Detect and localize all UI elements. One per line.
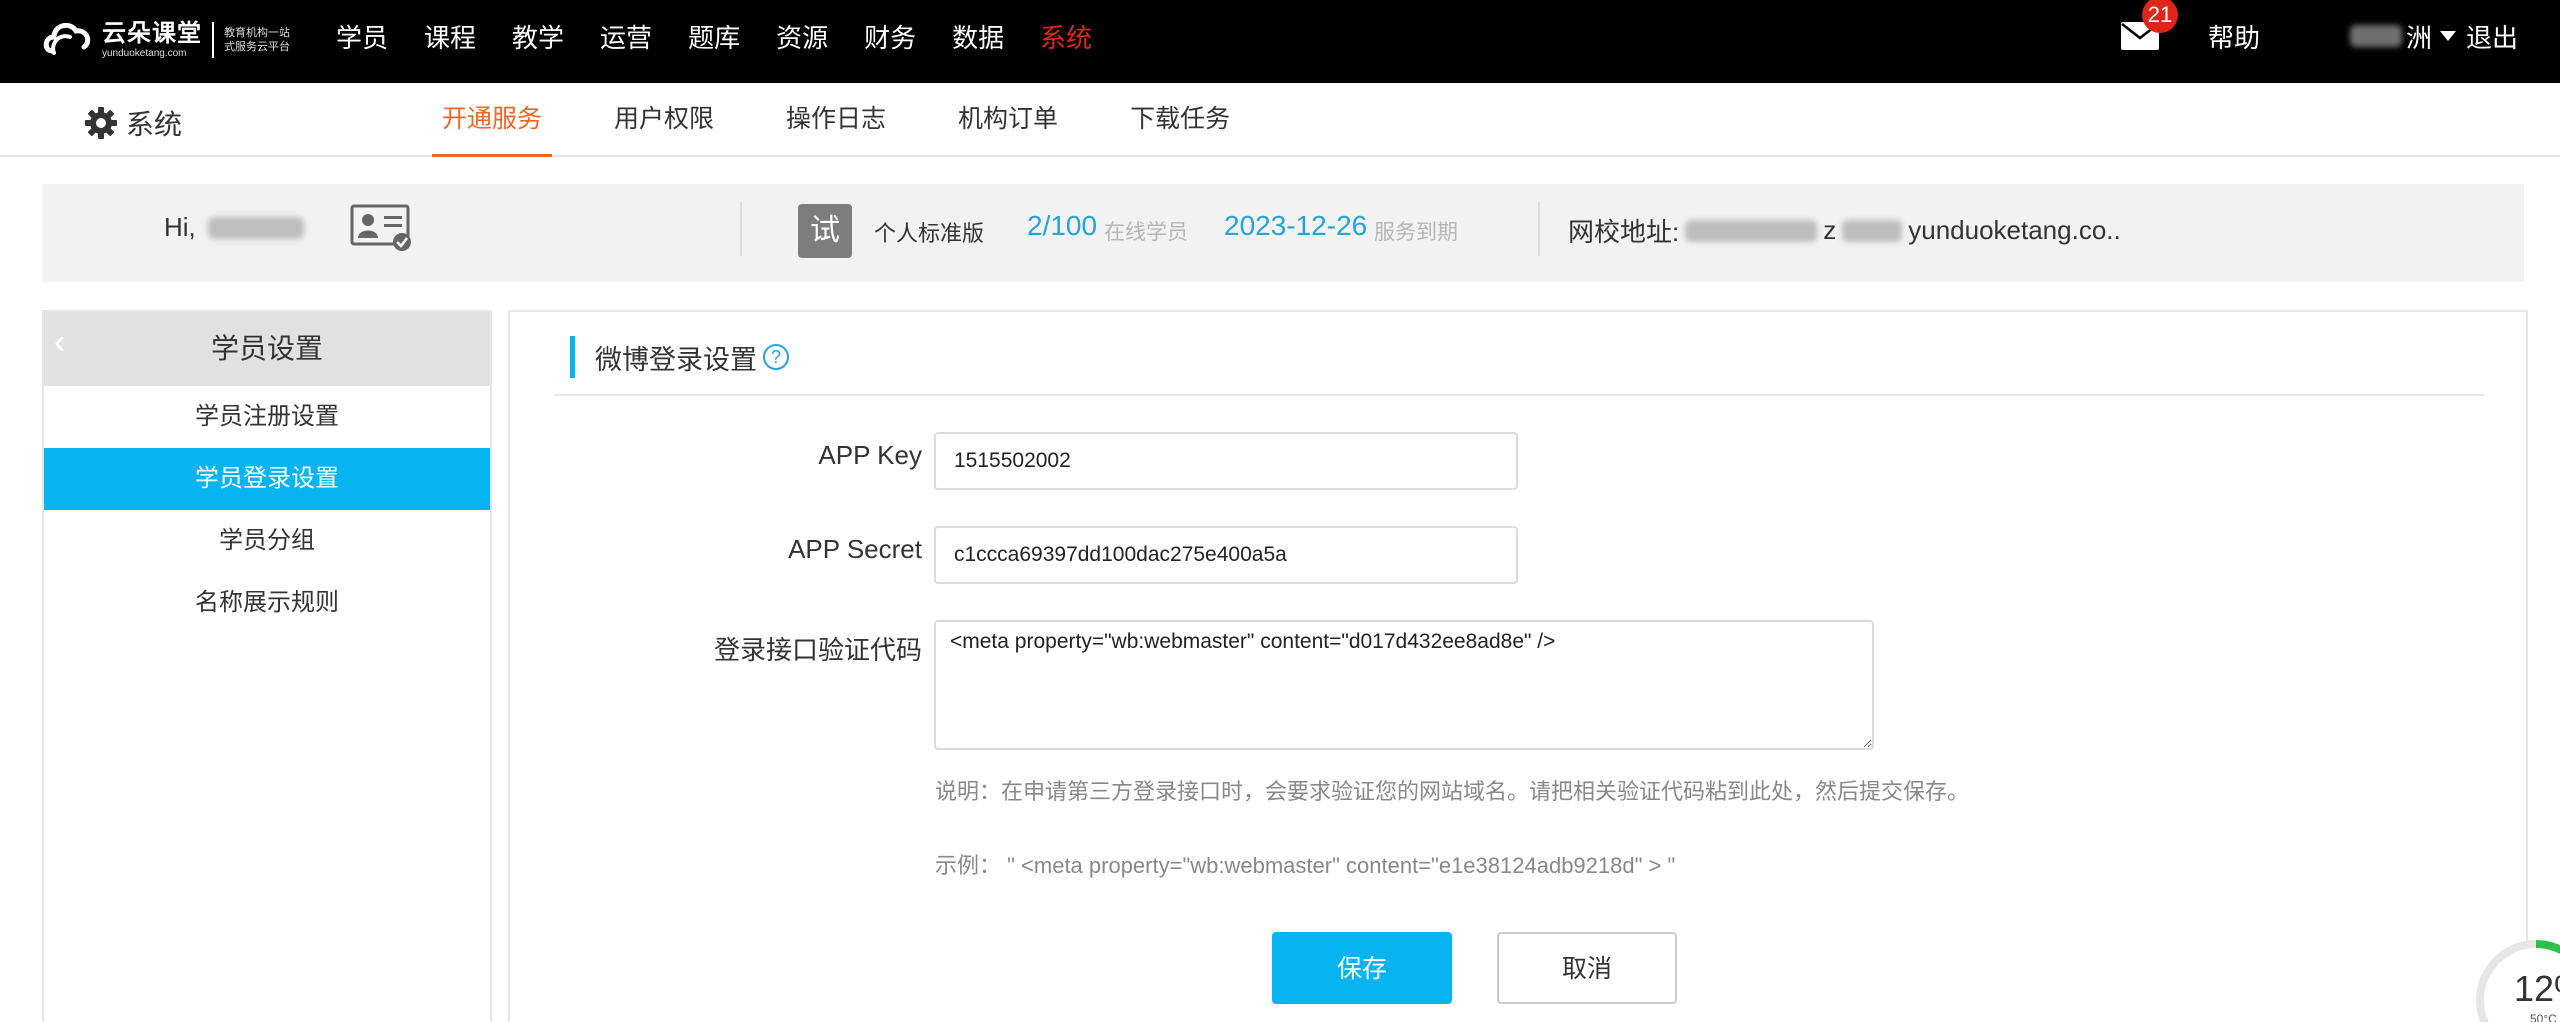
panel-title-text: 微博登录设置	[595, 344, 757, 375]
brand-slogan: 教育机构一站式服务云平台	[224, 27, 290, 53]
weibo-login-settings-panel: 微博登录设置 ? APP Key APP Secret 登录接口验证代码 <me…	[508, 310, 2528, 1022]
nav-item-operations[interactable]: 运营	[600, 18, 652, 55]
sidebar-header-title: 学员设置	[210, 333, 323, 364]
school-url[interactable]: yunduoketang.co..	[1908, 215, 2121, 246]
sidebar-item-registration[interactable]: 学员注册设置	[44, 386, 490, 448]
panel-divider	[554, 394, 2484, 396]
greeting-text: Hi,	[164, 212, 196, 242]
verify-code-label: 登录接口验证代码	[713, 635, 922, 665]
brand-name: 云朵课堂	[102, 20, 202, 47]
tab-download-tasks[interactable]: 下载任务	[1120, 83, 1240, 157]
help-question-icon[interactable]: ?	[763, 344, 789, 370]
top-navbar: 云朵课堂 yunduoketang.com 教育机构一站式服务云平台 学员 课程…	[0, 0, 2560, 83]
expire-label: 服务到期	[1374, 221, 1458, 244]
app-secret-label: APP Secret	[788, 534, 922, 564]
verify-code-textarea[interactable]: <meta property="wb:webmaster" content="d…	[934, 620, 1874, 750]
gauge-percent: 12%	[2514, 968, 2560, 1009]
app-key-label: APP Key	[818, 440, 922, 470]
nav-item-data[interactable]: 数据	[952, 18, 1004, 55]
school-url-redacted	[1842, 219, 1903, 242]
help-link[interactable]: 帮助	[2208, 18, 2260, 55]
mail-count-badge: 21	[2141, 0, 2178, 33]
gear-icon	[85, 107, 117, 139]
greeting-name-redacted	[207, 216, 304, 239]
settings-sidebar: ‹ 学员设置 学员注册设置 学员登录设置 学员分组 名称展示规则	[42, 310, 492, 1022]
system-subnav: 系统 开通服务 用户权限 操作日志 机构订单 下载任务	[0, 83, 2560, 157]
main-menu: 学员 课程 教学 运营 题库 资源 财务 数据 系统	[336, 0, 1128, 72]
trial-badge: 试	[798, 204, 852, 258]
user-dropdown-caret-icon[interactable]	[2439, 31, 2456, 41]
brand-logo[interactable]: 云朵课堂 yunduoketang.com 教育机构一站式服务云平台	[40, 8, 300, 72]
section-title-text: 系统	[126, 109, 183, 140]
logout-link[interactable]: 退出	[2466, 18, 2518, 55]
mail-button[interactable]: 21	[2120, 0, 2178, 51]
gauge-inner: 12% 50°C	[2484, 948, 2560, 1022]
panel-title: 微博登录设置 ?	[570, 336, 789, 378]
nav-item-finance[interactable]: 财务	[864, 18, 916, 55]
nav-item-resources[interactable]: 资源	[776, 18, 828, 55]
verify-code-note: 说明：在申请第三方登录接口时，会要求验证您的网站域名。请把相关验证代码粘到此处，…	[935, 779, 1970, 804]
subnav-tabs: 开通服务 用户权限 操作日志 机构订单 下载任务	[432, 83, 1292, 157]
tab-operation-log[interactable]: 操作日志	[776, 83, 896, 157]
student-count: 2/100	[1027, 210, 1098, 241]
collapse-chevron-icon[interactable]: ‹	[54, 312, 65, 372]
top-right-actions: 21 帮助 洲 退出	[2120, 0, 2560, 72]
tab-user-permissions[interactable]: 用户权限	[604, 83, 724, 157]
expire-date: 2023-12-26	[1224, 210, 1368, 241]
sidebar-item-name-display-rules[interactable]: 名称展示规则	[44, 572, 490, 634]
sidebar-item-login[interactable]: 学员登录设置	[44, 448, 490, 510]
school-url-fragment: z	[1823, 215, 1837, 245]
app-secret-input[interactable]	[934, 526, 1518, 584]
school-address-label: 网校地址:	[1568, 217, 1680, 247]
gauge-temperature: 50°C	[2530, 1012, 2557, 1022]
id-card-icon[interactable]	[350, 204, 414, 252]
verify-code-example: 示例： " <meta property="wb:webmaster" cont…	[935, 853, 1676, 878]
app-key-input[interactable]	[934, 432, 1518, 490]
tab-open-service[interactable]: 开通服务	[432, 83, 553, 157]
brand-text: 云朵课堂 yunduoketang.com	[102, 20, 202, 60]
title-accent-bar	[570, 336, 575, 378]
sidebar-header: ‹ 学员设置	[44, 312, 490, 386]
user-name[interactable]: 洲	[2406, 18, 2432, 55]
info-divider	[740, 202, 742, 256]
cancel-button[interactable]: 取消	[1497, 932, 1677, 1004]
brand-divider	[212, 22, 214, 58]
section-title: 系统	[84, 103, 182, 143]
nav-item-system[interactable]: 系统	[1040, 18, 1092, 55]
sidebar-item-groups[interactable]: 学员分组	[44, 510, 490, 572]
greeting: Hi,	[164, 212, 304, 243]
user-name-redacted	[2349, 25, 2402, 47]
info-divider	[1538, 202, 1540, 256]
school-url-redacted	[1685, 219, 1818, 242]
student-count-label: 在线学员	[1104, 221, 1188, 244]
save-button[interactable]: 保存	[1272, 932, 1452, 1004]
nav-item-courses[interactable]: 课程	[424, 18, 476, 55]
school-address: 网校地址: z yunduoketang.co..	[1568, 212, 2121, 249]
nav-item-question-bank[interactable]: 题库	[688, 18, 740, 55]
cloud-logo-icon	[43, 22, 91, 55]
tab-org-orders[interactable]: 机构订单	[948, 83, 1068, 157]
nav-item-teaching[interactable]: 教学	[512, 18, 564, 55]
nav-item-students[interactable]: 学员	[336, 18, 388, 55]
brand-url: yunduoketang.com	[102, 48, 187, 59]
plan-name: 个人标准版	[874, 221, 985, 246]
account-info-bar: Hi, 试 个人标准版 2/100 在线学员 2023-12-26 服务到期 网…	[42, 184, 2524, 282]
